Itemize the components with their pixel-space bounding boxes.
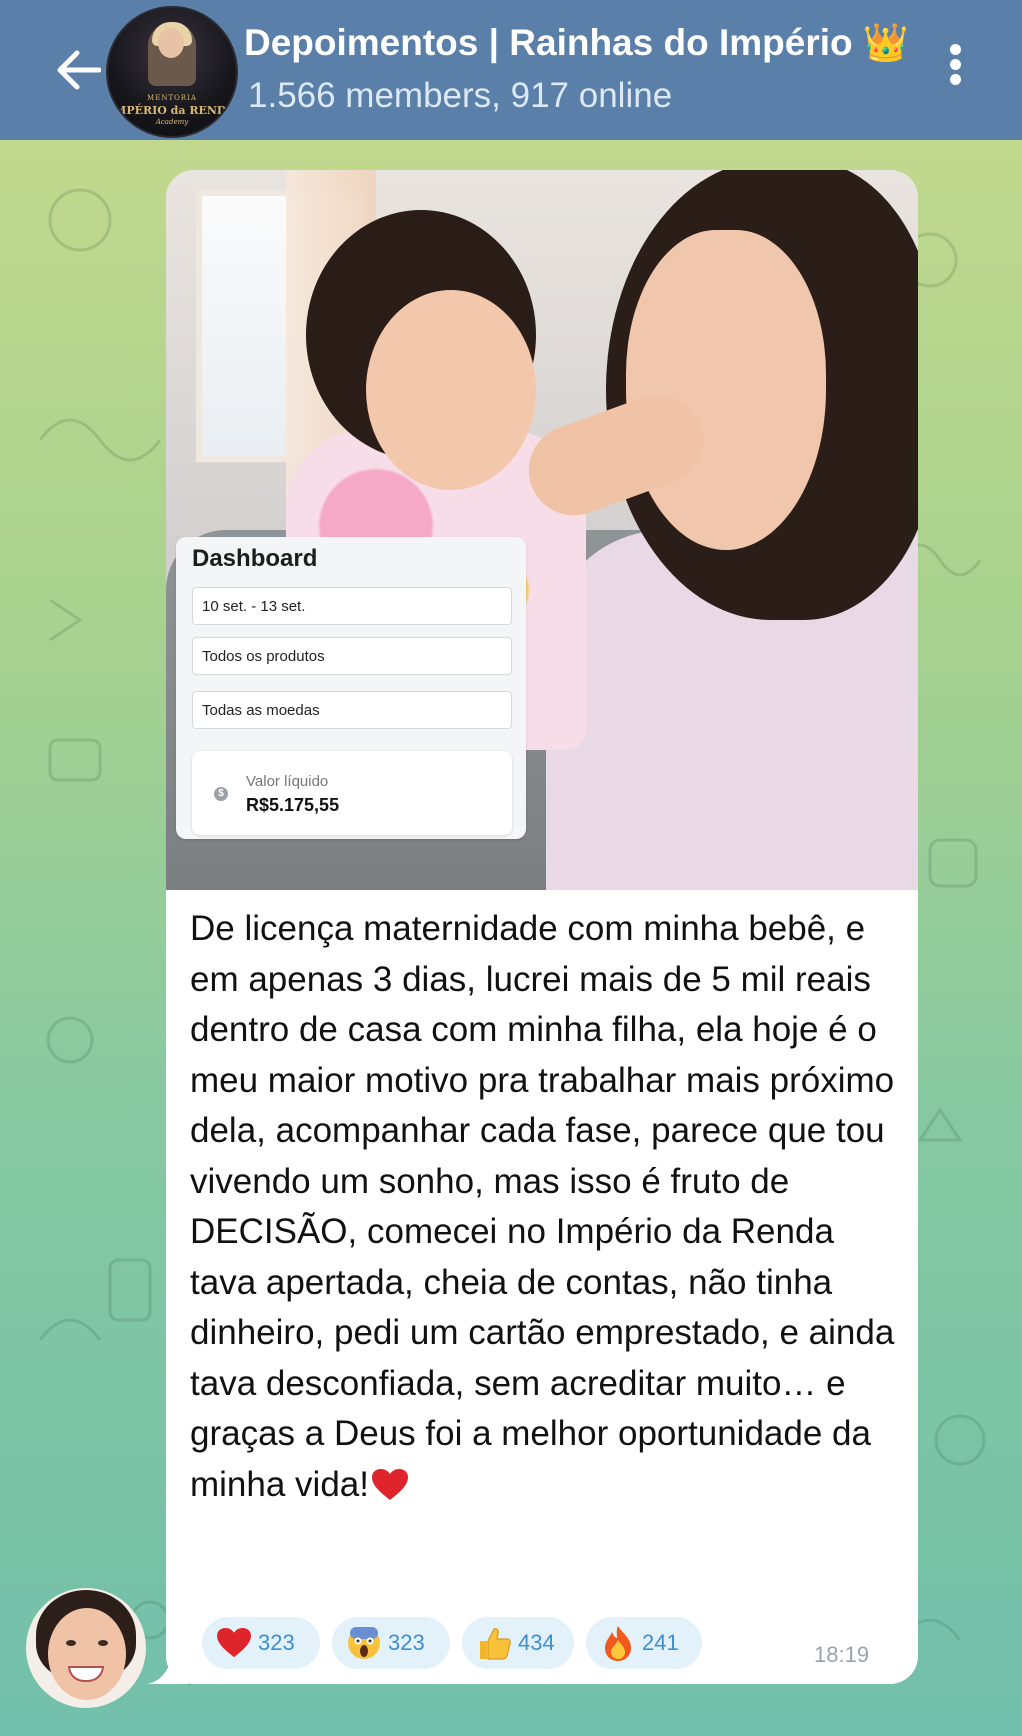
more-vertical-dot [949,74,961,85]
message-time: 18:19 [814,1642,870,1667]
coin-icon: $ [214,787,228,801]
reaction-count: 323 [258,1630,295,1655]
dashboard-screenshot: Dashboard 10 set. - 13 set. Todos os pro… [176,537,526,839]
net-value-card: $ Valor líquido R$5.175,55 [192,751,512,835]
reaction-count: 241 [642,1630,679,1655]
more-vertical-dot [949,59,961,70]
avatar-logo-line-2: IMPÉRIO da RENDA [109,104,235,117]
scream-icon [344,1623,384,1663]
back-button[interactable] [48,40,108,100]
group-title[interactable]: Depoimentos | Rainhas do Império 👑 [244,22,909,65]
heart-icon [214,1623,254,1663]
group-avatar[interactable]: MENTORIA IMPÉRIO da RENDA Academy [106,6,238,138]
avatar-face [48,1608,126,1700]
group-member-status: 1.566 members, 917 online [248,76,673,115]
avatar-eye [98,1640,108,1646]
date-range-field: 10 set. - 13 set. [192,587,512,625]
message-body: De licença maternidade com minha bebê, e… [190,909,895,1504]
fire-icon [598,1623,638,1663]
chat-header: MENTORIA IMPÉRIO da RENDA Academy Depoim… [0,0,1022,140]
message-text: De licença maternidade com minha bebê, e… [190,904,900,1516]
reaction-fire[interactable]: 241 [586,1617,702,1669]
avatar-eye [66,1640,76,1646]
more-vertical-icon [949,44,961,55]
avatar-face [158,28,184,58]
photo-baby-face [366,290,536,490]
more-options-button[interactable] [940,40,970,100]
products-filter-field: Todos os produtos [192,637,512,675]
message-bubble[interactable]: Dashboard 10 set. - 13 set. Todos os pro… [166,170,918,1684]
message-photo[interactable]: Dashboard 10 set. - 13 set. Todos os pro… [166,170,918,890]
sender-avatar[interactable] [26,1588,146,1708]
avatar-logo-line-3: Academy [155,118,189,126]
dashboard-title: Dashboard [192,545,318,572]
net-value-label: Valor líquido [246,773,329,790]
thumbs-up-icon [474,1623,514,1663]
reaction-count: 323 [388,1630,425,1655]
reaction-heart[interactable]: 323 [202,1617,320,1669]
net-value-amount: R$5.175,55 [246,795,340,815]
reaction-count: 434 [518,1630,555,1655]
heart-emoji-icon [371,1466,409,1517]
reaction-scream[interactable]: 323 [332,1617,450,1669]
avatar-logo-line-1: MENTORIA [147,94,197,102]
currency-filter-field: Todas as moedas [192,691,512,729]
reaction-thumbs-up[interactable]: 434 [462,1617,574,1669]
photo-mother-face [626,230,826,550]
arrow-left-icon [57,50,101,90]
